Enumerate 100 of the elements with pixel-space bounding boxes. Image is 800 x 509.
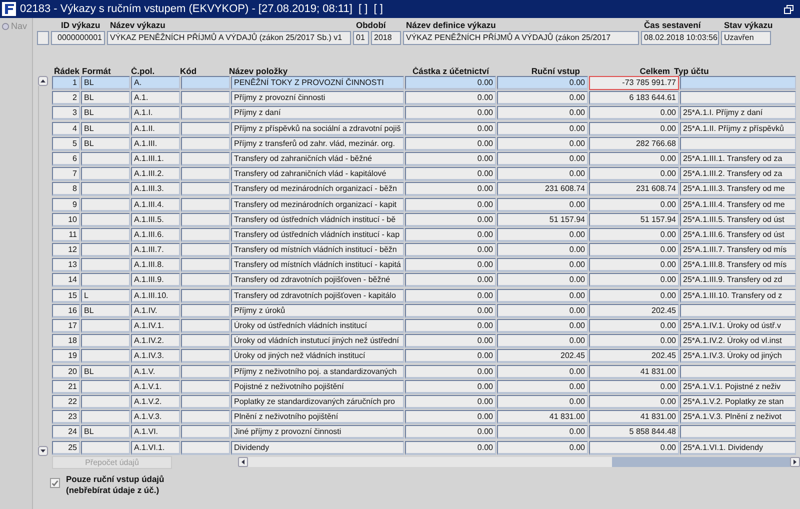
table-cell[interactable]: A.1.V.2. <box>131 394 180 409</box>
table-cell[interactable]: A.1.III.4. <box>131 198 180 212</box>
table-cell[interactable]: 0.00 <box>405 106 496 120</box>
table-cell[interactable]: Transfery od zahraničních vlád - běžné <box>231 152 404 166</box>
table-cell[interactable]: 13 <box>52 258 80 272</box>
table-cell[interactable]: 0.00 <box>497 243 588 258</box>
table-cell[interactable]: A.1.V. <box>131 364 180 379</box>
table-cell[interactable]: 0.00 <box>589 228 679 242</box>
table-cell[interactable]: 0.00 <box>589 167 679 182</box>
table-cell[interactable]: 0.00 <box>405 258 496 272</box>
table-cell[interactable]: Příjmy z provozní činnosti <box>231 91 404 106</box>
table-cell[interactable]: 0.00 <box>497 91 588 106</box>
table-cell[interactable]: 0.00 <box>497 288 588 303</box>
table-cell[interactable]: A.1.III.1. <box>131 152 180 166</box>
table-cell[interactable]: 0.00 <box>405 288 496 303</box>
table-cell[interactable]: 25 <box>52 440 80 454</box>
table-cell[interactable]: 0.00 <box>405 167 496 182</box>
table-cell[interactable]: 25*A.1.III.7. Transfery od mís <box>680 243 796 258</box>
table-cell[interactable]: 0.00 <box>497 304 588 318</box>
table-cell[interactable]: 25*A.1.II. Příjmy z příspěvků <box>680 122 796 136</box>
table-cell[interactable]: 25*A.1.III.2. Transfery od za <box>680 167 796 182</box>
table-cell[interactable]: A.1.IV. <box>131 304 180 318</box>
table-cell[interactable]: 0.00 <box>405 410 496 424</box>
table-cell[interactable]: 0.00 <box>589 334 679 348</box>
table-cell[interactable]: 0.00 <box>405 394 496 409</box>
table-cell[interactable]: Úroky od vládních instutucí jiných než ústřední <box>231 334 404 348</box>
table-cell[interactable]: Transfery od mezinárodních organizací - běžn <box>231 182 404 196</box>
table-cell[interactable]: Příjmy z příspěvků na sociální a zdravotní pojiš <box>231 122 404 136</box>
table-cell[interactable]: 0.00 <box>497 364 588 379</box>
table-cell[interactable]: 0.00 <box>497 394 588 409</box>
table-cell[interactable]: 0.00 <box>497 167 588 182</box>
table-cell[interactable]: 12 <box>52 243 80 258</box>
table-cell[interactable]: 0.00 <box>405 198 496 212</box>
table-cell[interactable]: 0.00 <box>497 380 588 394</box>
definition-name-field[interactable]: VÝKAZ PENĚŽNÍCH PŘÍJMŮ A VÝDAJŮ (zákon 25/2017 <box>403 31 639 45</box>
table-cell[interactable]: 8 <box>52 182 80 196</box>
table-cell[interactable]: Transfery od místních vládních institucí - běžn <box>231 243 404 258</box>
table-cell[interactable]: 17 <box>52 319 80 333</box>
table-cell[interactable]: 18 <box>52 334 80 348</box>
status-field[interactable]: Uzavřen <box>721 31 771 45</box>
table-cell[interactable]: A.1.III.5. <box>131 212 180 227</box>
table-cell[interactable]: 0.00 <box>497 152 588 166</box>
table-cell[interactable]: 10 <box>52 212 80 227</box>
table-cell[interactable]: 25*A.1.V.2. Poplatky ze stan <box>680 394 796 409</box>
table-cell[interactable]: A.1.III.6. <box>131 228 180 242</box>
table-cell[interactable]: 0.00 <box>405 152 496 166</box>
year-field[interactable]: 2018 <box>371 31 401 45</box>
table-cell[interactable]: BL <box>81 425 130 440</box>
table-cell[interactable]: 25*A.1.III.10. Transfery od z <box>680 288 796 303</box>
table-cell[interactable]: 51 157.94 <box>497 212 588 227</box>
table-cell[interactable]: 0.00 <box>589 243 679 258</box>
table-cell[interactable]: 0.00 <box>497 136 588 151</box>
table-cell[interactable]: Transfery od zahraničních vlád - kapitálové <box>231 167 404 182</box>
table-cell[interactable]: BL <box>81 364 130 379</box>
table-cell[interactable]: 0.00 <box>405 425 496 440</box>
table-cell[interactable]: 0.00 <box>497 425 588 440</box>
table-cell[interactable]: BL <box>81 76 130 90</box>
table-cell[interactable]: 11 <box>52 228 80 242</box>
table-cell[interactable]: 0.00 <box>405 334 496 348</box>
table-cell[interactable]: A.1.III.2. <box>131 167 180 182</box>
table-cell[interactable]: 25*A.1.III.1. Transfery od za <box>680 152 796 166</box>
table-cell[interactable]: Transfery od zdravotních pojišťoven - kapitálo <box>231 288 404 303</box>
table-cell[interactable]: A.1.III.3. <box>131 182 180 196</box>
table-cell[interactable]: 25*A.1.III.6. Transfery od úst <box>680 228 796 242</box>
table-cell[interactable]: 0.00 <box>589 288 679 303</box>
table-cell[interactable]: 202.45 <box>589 349 679 364</box>
table-cell[interactable]: 21 <box>52 380 80 394</box>
table-cell[interactable]: 0.00 <box>405 380 496 394</box>
report-id-field[interactable]: 0000000001 <box>51 31 105 45</box>
table-cell[interactable]: A.1.IV.2. <box>131 334 180 348</box>
table-cell[interactable]: 15 <box>52 288 80 303</box>
table-cell[interactable]: 231 608.74 <box>497 182 588 196</box>
table-cell[interactable]: 0.00 <box>497 122 588 136</box>
table-cell[interactable]: Transfery od místních vládních institucí - kapitá <box>231 258 404 272</box>
table-cell[interactable]: 25*A.1.IV.2. Úroky od vl.inst <box>680 334 796 348</box>
table-cell[interactable]: BL <box>81 106 130 120</box>
table-cell[interactable]: 25*A.1.IV.1. Úroky od ústř.v <box>680 319 796 333</box>
table-cell[interactable]: 0.00 <box>497 273 588 288</box>
table-cell[interactable]: 0.00 <box>589 106 679 120</box>
table-cell[interactable]: 22 <box>52 394 80 409</box>
table-cell[interactable]: 25*A.1.VI.1. Dividendy <box>680 440 796 454</box>
table-cell[interactable]: 0.00 <box>589 394 679 409</box>
table-cell[interactable]: Úroky od ústředních vládních institucí <box>231 319 404 333</box>
table-cell[interactable]: 202.45 <box>497 349 588 364</box>
table-cell[interactable]: Transfery od ústředních vládních institucí - bě <box>231 212 404 227</box>
table-cell[interactable]: BL <box>81 91 130 106</box>
table-cell[interactable]: Transfery od zdravotních pojišťoven - běžné <box>231 273 404 288</box>
table-cell[interactable]: 25*A.1.IV.3. Úroky od jiných <box>680 349 796 364</box>
table-cell[interactable]: Úroky od jiných než vládních institucí <box>231 349 404 364</box>
table-cell[interactable]: 0.00 <box>405 319 496 333</box>
table-cell[interactable]: A.1.III.9. <box>131 273 180 288</box>
table-cell[interactable]: -73 785 991.77 <box>589 76 679 90</box>
table-cell[interactable]: A. <box>131 76 180 90</box>
table-cell[interactable]: 25*A.1.III.9. Transfery od zd <box>680 273 796 288</box>
table-cell[interactable]: 24 <box>52 425 80 440</box>
created-time-field[interactable]: 08.02.2018 10:03:56 <box>641 31 719 45</box>
table-cell[interactable]: 0.00 <box>497 319 588 333</box>
table-cell[interactable]: A.1.V.1. <box>131 380 180 394</box>
table-cell[interactable]: 41 831.00 <box>497 410 588 424</box>
table-cell[interactable]: 282 766.68 <box>589 136 679 151</box>
